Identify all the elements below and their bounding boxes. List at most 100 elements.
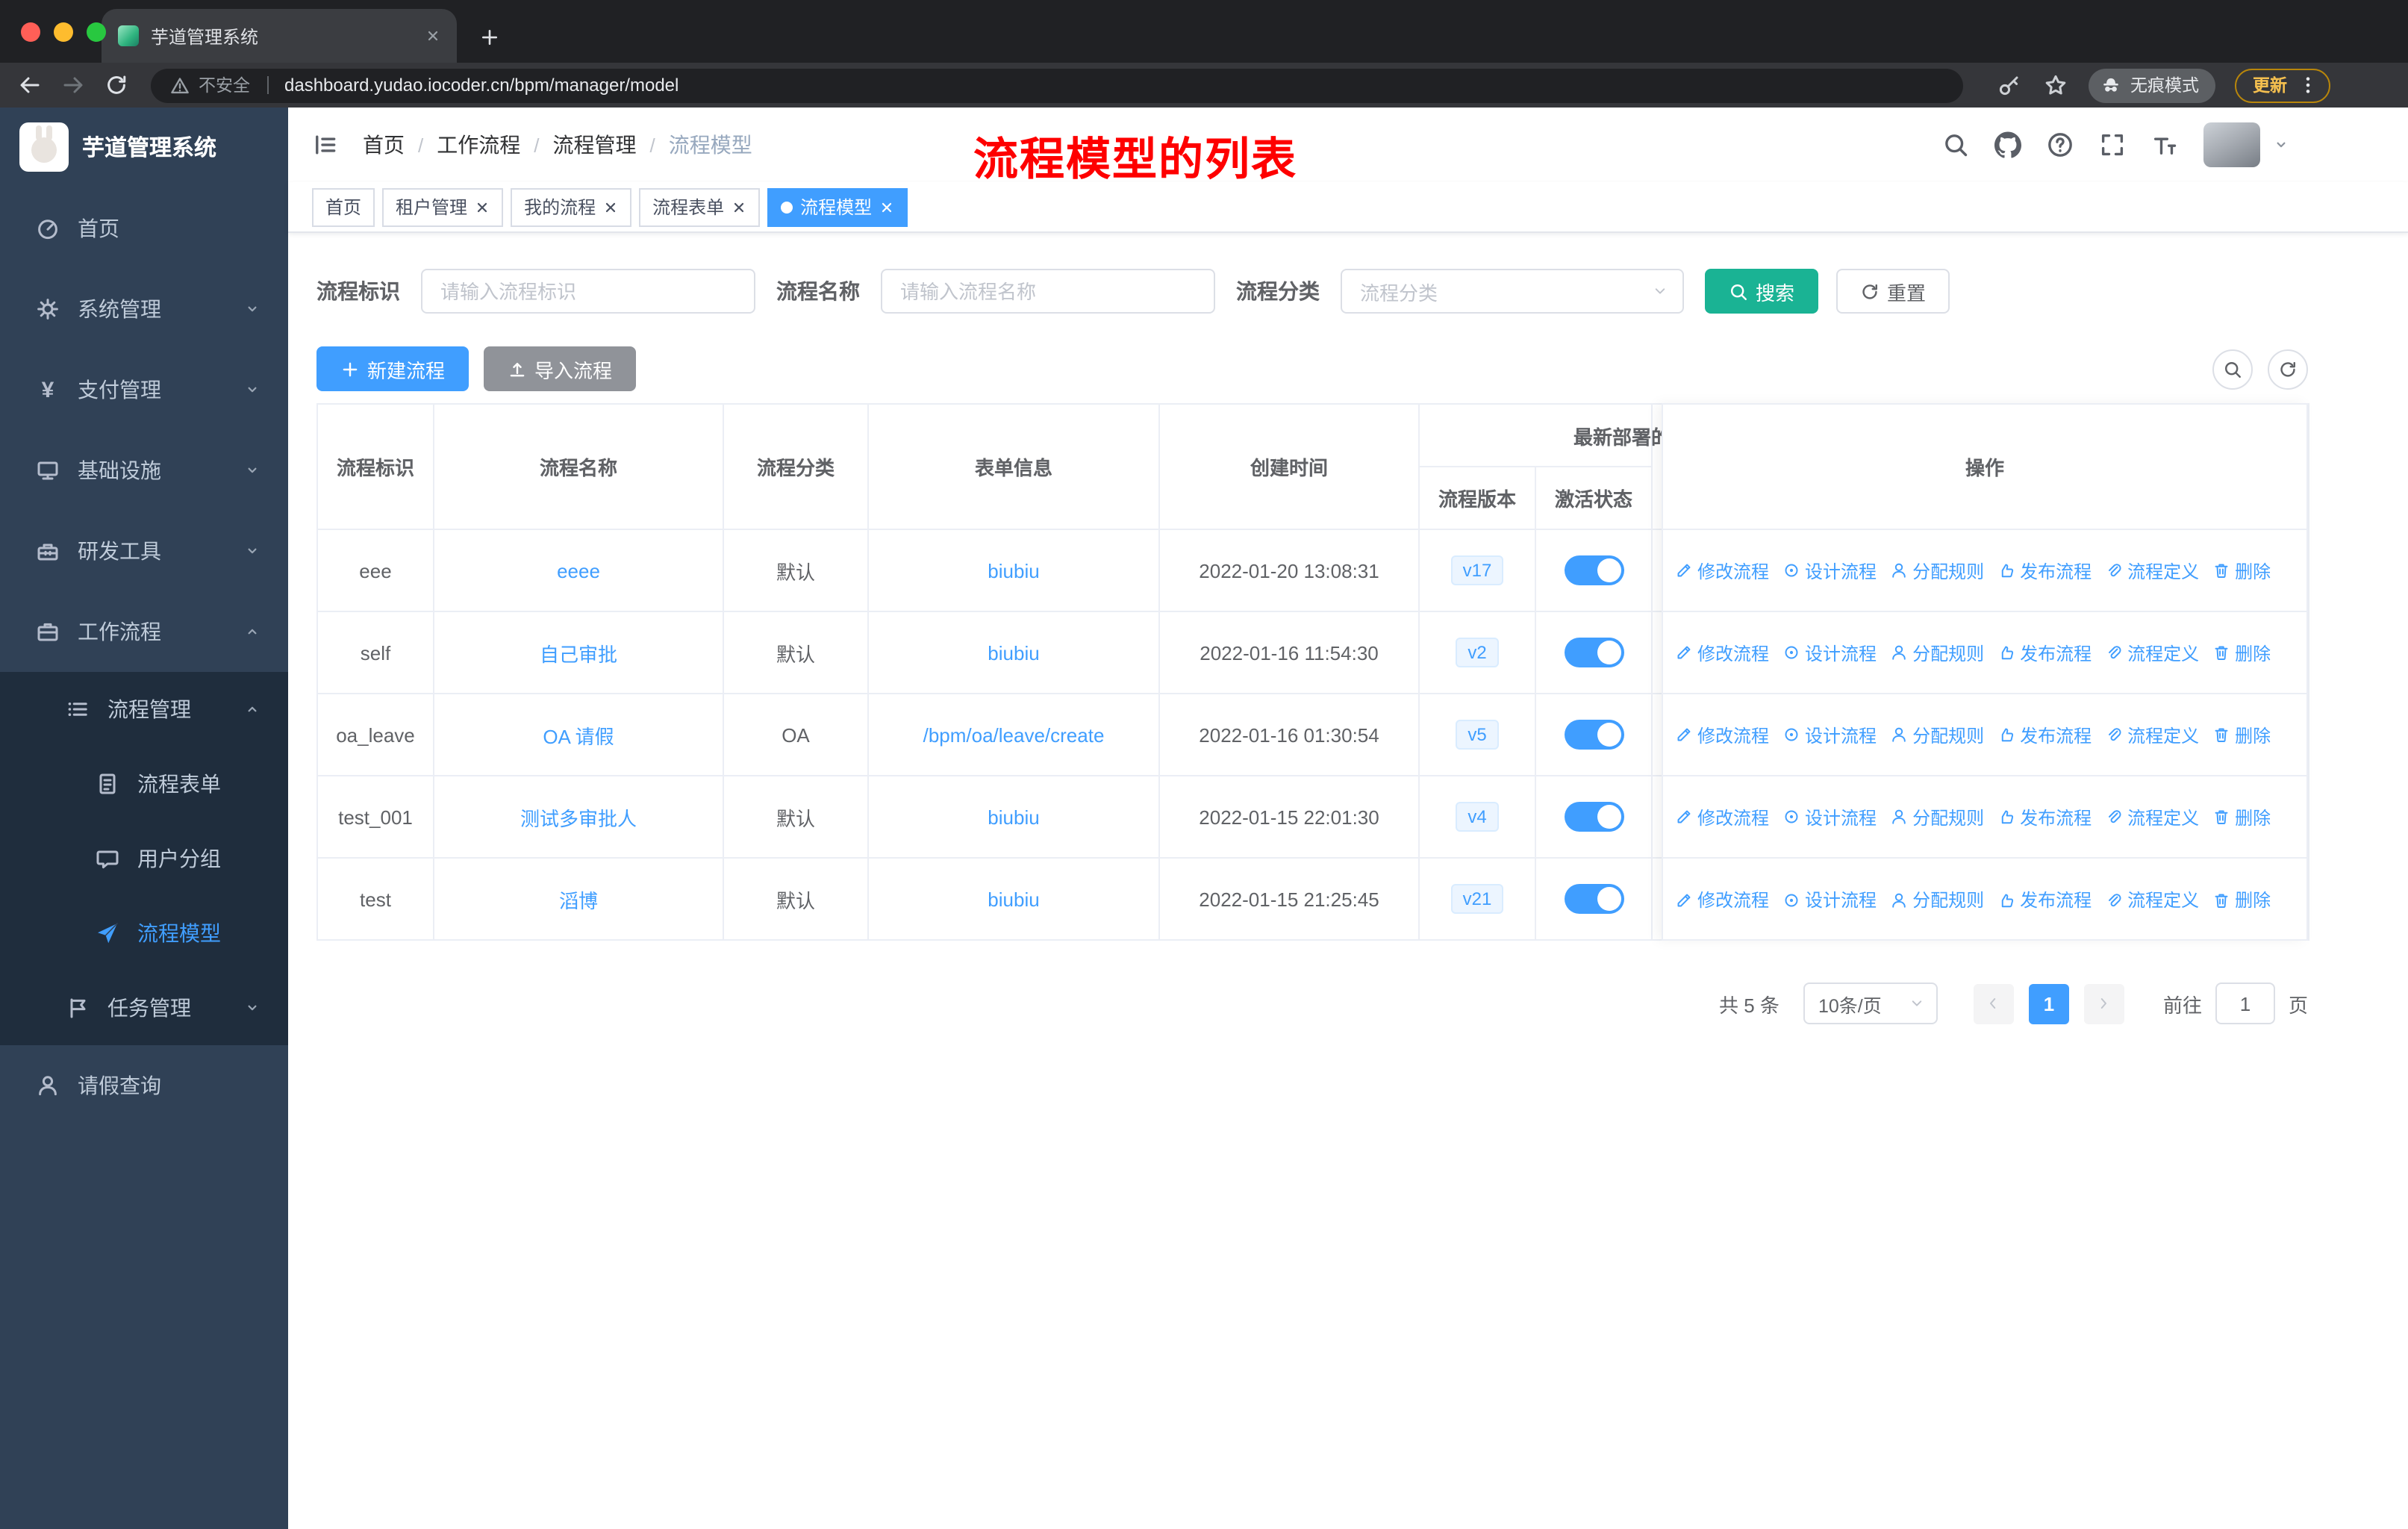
action-definition-link[interactable]: 流程定义: [2105, 640, 2199, 665]
action-publish-link[interactable]: 发布流程: [1997, 640, 2092, 665]
action-delete-link[interactable]: 删除: [2212, 804, 2271, 829]
tag-close-icon[interactable]: [603, 199, 618, 214]
sidebar-item-devtools[interactable]: 研发工具: [0, 511, 288, 591]
forward-icon[interactable]: [61, 73, 85, 97]
tag-home[interactable]: 首页: [312, 187, 375, 226]
next-page-button[interactable]: [2083, 983, 2124, 1024]
action-publish-link[interactable]: 发布流程: [1997, 887, 2092, 912]
page-size-select[interactable]: 10条/页: [1803, 983, 1938, 1024]
refresh-table-button[interactable]: [2268, 349, 2308, 389]
sidebar-item-task-management[interactable]: 任务管理: [0, 971, 288, 1045]
tag-close-icon[interactable]: [475, 199, 490, 214]
active-toggle[interactable]: [1564, 720, 1623, 750]
reset-button[interactable]: 重置: [1836, 269, 1950, 314]
action-design-link[interactable]: 设计流程: [1782, 722, 1877, 747]
address-bar[interactable]: 不安全 dashboard.yudao.iocoder.cn/bpm/manag…: [151, 68, 1963, 102]
sidebar-item-user-group[interactable]: 用户分组: [0, 821, 288, 896]
action-delete-link[interactable]: 删除: [2212, 558, 2271, 583]
sidebar-item-home[interactable]: 首页: [0, 188, 288, 269]
action-design-link[interactable]: 设计流程: [1782, 887, 1877, 912]
tag-my-process[interactable]: 我的流程: [511, 187, 632, 226]
search-button[interactable]: 搜索: [1705, 269, 1819, 314]
action-edit-link[interactable]: 修改流程: [1675, 558, 1769, 583]
tag-process-form[interactable]: 流程表单: [639, 187, 761, 226]
incognito-badge[interactable]: 无痕模式: [2089, 68, 2215, 102]
action-delete-link[interactable]: 删除: [2212, 722, 2271, 747]
prev-page-button[interactable]: [1973, 983, 2014, 1024]
action-edit-link[interactable]: 修改流程: [1675, 640, 1769, 665]
back-icon[interactable]: [18, 73, 42, 97]
action-design-link[interactable]: 设计流程: [1782, 640, 1877, 665]
breadcrumb-home[interactable]: 首页: [363, 130, 405, 160]
action-design-link[interactable]: 设计流程: [1782, 558, 1877, 583]
password-key-icon[interactable]: [1997, 73, 2021, 97]
breadcrumb-process-management[interactable]: 流程管理: [553, 130, 637, 160]
font-size-icon[interactable]: [2151, 131, 2178, 158]
action-assign-rule-link[interactable]: 分配规则: [1890, 722, 1984, 747]
action-assign-rule-link[interactable]: 分配规则: [1890, 640, 1984, 665]
new-process-button[interactable]: 新建流程: [316, 346, 470, 391]
active-toggle[interactable]: [1564, 884, 1623, 914]
collapse-sidebar-icon[interactable]: [312, 131, 339, 158]
active-toggle[interactable]: [1564, 555, 1623, 585]
action-definition-link[interactable]: 流程定义: [2105, 722, 2199, 747]
process-key-input[interactable]: [421, 269, 755, 314]
action-edit-link[interactable]: 修改流程: [1675, 804, 1769, 829]
sidebar-item-process-form[interactable]: 流程表单: [0, 747, 288, 821]
form-info-link[interactable]: biubiu: [988, 641, 1039, 664]
process-name-link[interactable]: 自己审批: [540, 643, 617, 665]
tag-close-icon[interactable]: [879, 199, 894, 214]
tag-close-icon[interactable]: [732, 199, 746, 214]
active-toggle[interactable]: [1564, 802, 1623, 832]
sidebar-item-process-model[interactable]: 流程模型: [0, 896, 288, 971]
github-icon[interactable]: [1994, 131, 2021, 158]
browser-tab[interactable]: 芋道管理系统: [102, 9, 457, 63]
sidebar-item-process-management[interactable]: 流程管理: [0, 672, 288, 747]
minimize-window-button[interactable]: [54, 22, 73, 42]
action-delete-link[interactable]: 删除: [2212, 640, 2271, 665]
goto-page-input[interactable]: [2215, 983, 2275, 1024]
action-assign-rule-link[interactable]: 分配规则: [1890, 804, 1984, 829]
user-avatar[interactable]: [2203, 122, 2260, 167]
import-process-button[interactable]: 导入流程: [484, 346, 637, 391]
sidebar-item-leave-query[interactable]: 请假查询: [0, 1045, 288, 1126]
action-assign-rule-link[interactable]: 分配规则: [1890, 887, 1984, 912]
breadcrumb-workflow[interactable]: 工作流程: [437, 130, 520, 160]
action-delete-link[interactable]: 删除: [2212, 887, 2271, 912]
process-category-select[interactable]: 流程分类: [1341, 269, 1684, 314]
sidebar-item-system[interactable]: 系统管理: [0, 269, 288, 349]
action-edit-link[interactable]: 修改流程: [1675, 887, 1769, 912]
action-publish-link[interactable]: 发布流程: [1997, 722, 2092, 747]
tag-process-model[interactable]: 流程模型: [767, 187, 908, 226]
update-chip[interactable]: 更新: [2235, 68, 2330, 102]
search-icon[interactable]: [1942, 131, 1969, 158]
process-name-link[interactable]: OA 请假: [543, 725, 614, 747]
action-definition-link[interactable]: 流程定义: [2105, 558, 2199, 583]
form-info-link[interactable]: biubiu: [988, 888, 1039, 910]
form-info-link[interactable]: biubiu: [988, 806, 1039, 828]
current-page-button[interactable]: 1: [2028, 983, 2069, 1024]
close-window-button[interactable]: [21, 22, 40, 42]
action-publish-link[interactable]: 发布流程: [1997, 558, 2092, 583]
zoom-window-button[interactable]: [87, 22, 106, 42]
process-name-link[interactable]: 滔博: [559, 889, 598, 912]
action-publish-link[interactable]: 发布流程: [1997, 804, 2092, 829]
sidebar-item-infrastructure[interactable]: 基础设施: [0, 430, 288, 511]
tag-tenant[interactable]: 租户管理: [382, 187, 504, 226]
process-name-link[interactable]: eeee: [557, 559, 600, 582]
action-design-link[interactable]: 设计流程: [1782, 804, 1877, 829]
action-assign-rule-link[interactable]: 分配规则: [1890, 558, 1984, 583]
reload-icon[interactable]: [105, 73, 128, 97]
form-info-link[interactable]: /bpm/oa/leave/create: [923, 723, 1105, 746]
action-definition-link[interactable]: 流程定义: [2105, 887, 2199, 912]
action-edit-link[interactable]: 修改流程: [1675, 722, 1769, 747]
sidebar-item-payment[interactable]: ¥ 支付管理: [0, 349, 288, 430]
action-definition-link[interactable]: 流程定义: [2105, 804, 2199, 829]
toggle-search-button[interactable]: [2212, 349, 2253, 389]
form-info-link[interactable]: biubiu: [988, 559, 1039, 582]
process-name-link[interactable]: 测试多审批人: [520, 807, 637, 829]
bookmark-star-icon[interactable]: [2044, 73, 2068, 97]
fullscreen-icon[interactable]: [2099, 131, 2126, 158]
active-toggle[interactable]: [1564, 638, 1623, 667]
browser-menu-icon[interactable]: [2298, 75, 2318, 96]
